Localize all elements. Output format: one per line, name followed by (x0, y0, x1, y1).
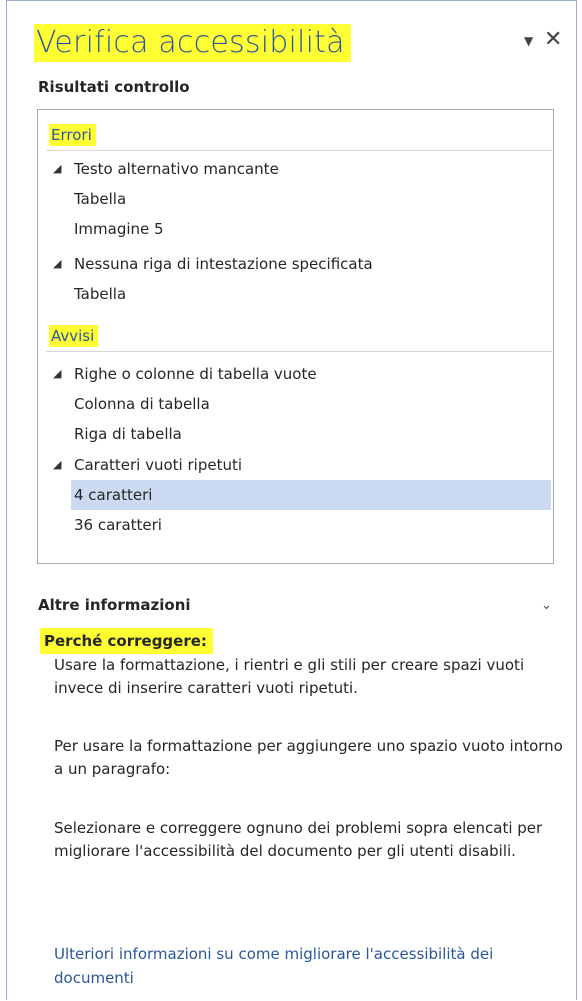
errors-section-header: Errori (46, 118, 552, 151)
warnings-label: Avvisi (49, 325, 99, 347)
issue-item[interactable]: 36 caratteri (38, 510, 553, 540)
issue-group[interactable]: ◢ Righe o colonne di tabella vuote (38, 359, 553, 389)
issue-group[interactable]: ◢ Caratteri vuoti ripetuti (38, 450, 553, 480)
why-fix-heading: Perché correggere: (40, 628, 213, 654)
issue-item[interactable]: Colonna di tabella (38, 389, 553, 419)
issue-item[interactable]: Riga di tabella (38, 419, 553, 449)
issue-item[interactable]: Tabella (38, 184, 553, 214)
issue-item[interactable]: Immagine 5 (38, 214, 553, 244)
collapse-triangle-icon[interactable]: ◢ (53, 450, 61, 480)
learn-more-link[interactable]: Ulteriori informazioni su come migliorar… (54, 942, 554, 990)
close-icon[interactable]: ✕ (544, 28, 562, 52)
issue-item-selected[interactable]: 4 caratteri (71, 480, 551, 510)
collapse-triangle-icon[interactable]: ◢ (53, 359, 61, 389)
inspection-results-list[interactable]: Errori ◢ Testo alternativo mancante Tabe… (37, 109, 554, 564)
issue-group[interactable]: ◢ Testo alternativo mancante (38, 154, 553, 184)
errors-label: Errori (49, 124, 96, 146)
instructions-text: Selezionare e correggere ognuno dei prob… (54, 819, 543, 860)
additional-information-heading: Altre informazioni (38, 596, 191, 614)
chevron-down-icon[interactable]: ⌄ (541, 598, 552, 613)
inspection-results-heading: Risultati controllo (38, 78, 190, 96)
how-to-text: Per usare la formattazione per aggiunger… (54, 737, 563, 778)
collapse-triangle-icon[interactable]: ◢ (53, 154, 61, 184)
warnings-section-header: Avvisi (46, 319, 552, 352)
why-fix-text: Usare la formattazione, i rientri e gli … (54, 656, 525, 697)
task-pane-options-icon[interactable]: ▼ (524, 34, 533, 48)
issue-group[interactable]: ◢ Nessuna riga di intestazione specifica… (38, 249, 553, 279)
issue-item[interactable]: Tabella (38, 279, 553, 309)
collapse-triangle-icon[interactable]: ◢ (53, 249, 61, 279)
pane-title: Verifica accessibilità (34, 24, 351, 62)
